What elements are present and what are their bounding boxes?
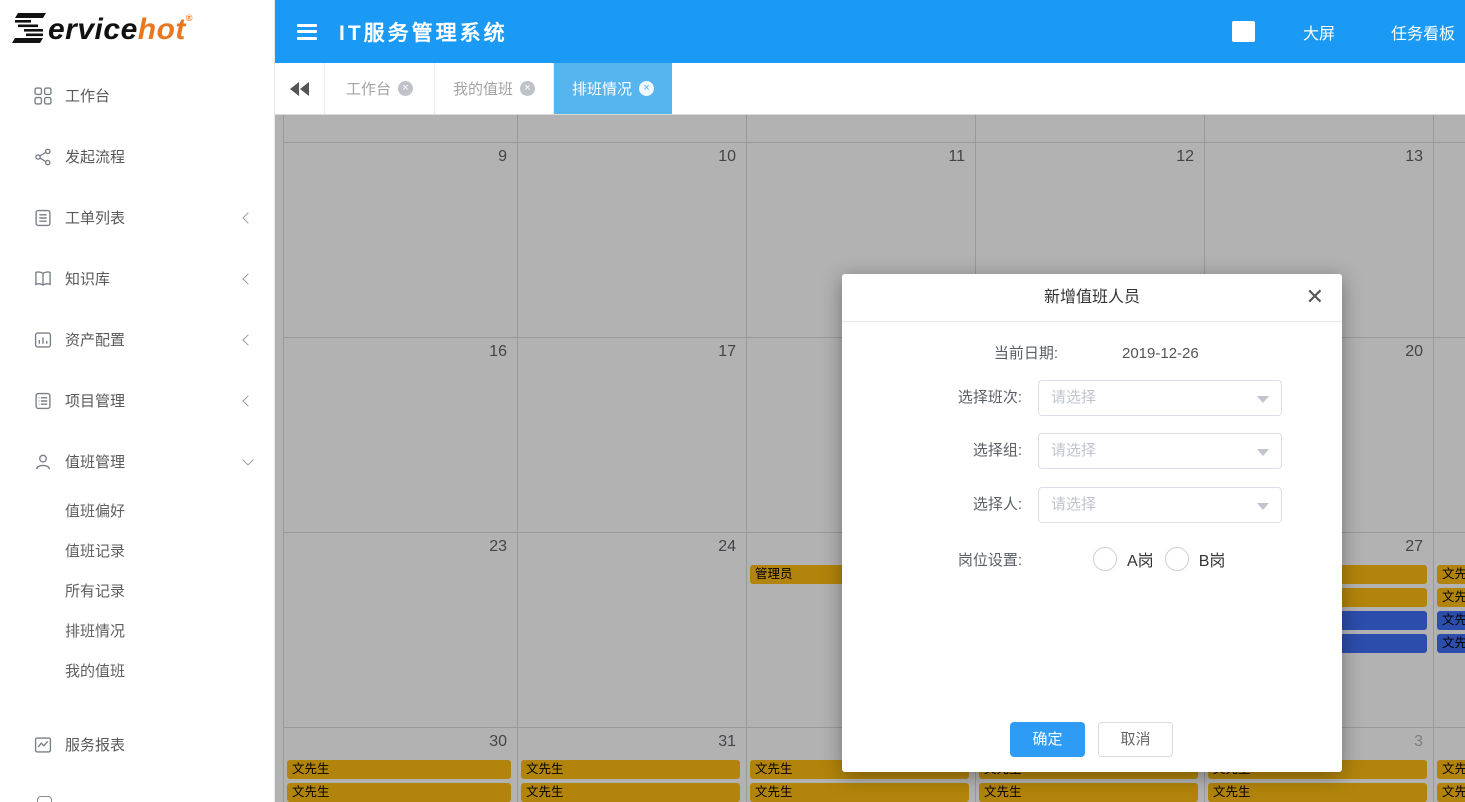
person-label: 选择人: [842,487,1022,523]
tab-close-icon[interactable]: × [639,81,654,96]
sidebar-item-label: 项目管理 [65,390,244,411]
sidebar-item-label: 工作台 [65,85,252,106]
tab-label: 工作台 [346,78,391,99]
sidebar-subitem-我的值班[interactable]: 我的值班 [0,652,274,692]
shift-select[interactable]: 请选择 [1038,380,1282,416]
logo-reg-mark: ® [186,13,193,23]
sidebar-item-项目管理[interactable]: 项目管理 [0,370,274,431]
sidebar-item-发起流程[interactable]: 发起流程 [0,126,274,187]
double-left-arrow-icon [300,82,309,96]
group-label: 选择组: [842,433,1022,469]
group-select[interactable]: 请选择 [1038,433,1282,469]
radio-post-a[interactable] [1093,547,1117,571]
logo-hot-text: hot [138,13,186,46]
sidebar-item-工单列表[interactable]: 工单列表 [0,187,274,248]
sidebar-nav: 工作台发起流程工单列表知识库资产配置项目管理值班管理值班偏好值班记录所有记录排班… [0,63,274,775]
sidebar-subitem-值班偏好[interactable]: 值班偏好 [0,492,274,532]
chevron-left-icon [242,334,253,345]
person-row: 选择人: 请选择 [842,487,1342,523]
logo-text: ervicehot® [12,13,193,51]
person-select-placeholder: 请选择 [1051,488,1096,522]
project-icon [34,392,52,410]
cancel-button[interactable]: 取消 [1098,722,1173,757]
logo-s-icon [12,13,46,51]
shift-row: 选择班次: 请选择 [842,380,1342,416]
tab-label: 我的值班 [453,78,513,99]
post-label: 岗位设置: [842,546,1022,576]
screen-square-icon[interactable] [1232,21,1255,42]
grid-icon [34,87,52,105]
chevron-down-icon [242,454,253,465]
chevron-down-icon [1257,503,1269,510]
sidebar-subitem-值班记录[interactable]: 值班记录 [0,532,274,572]
tab-close-icon[interactable]: × [520,81,535,96]
sidebar-item-label: 值班管理 [65,451,244,472]
radio-post-b-label[interactable]: B岗 [1199,547,1226,571]
group-row: 选择组: 请选择 [842,433,1342,469]
ticket-icon [34,209,52,227]
group-select-placeholder: 请选择 [1051,434,1096,468]
close-icon[interactable]: ✕ [1306,284,1324,310]
sidebar-subitem-排班情况[interactable]: 排班情况 [0,612,274,652]
asset-icon [34,331,52,349]
flow-icon [34,148,52,166]
header-right: 大屏 任务看板 [1232,20,1465,44]
double-left-arrow-icon [290,82,299,96]
shift-select-placeholder: 请选择 [1051,381,1096,415]
tab-label: 排班情况 [572,78,632,99]
chevron-left-icon [242,395,253,406]
user-icon [34,453,52,471]
sidebar-item-值班管理[interactable]: 值班管理 [0,431,274,492]
hamburger-menu-icon[interactable] [297,20,317,43]
person-select[interactable]: 请选择 [1038,487,1282,523]
task-board-link[interactable]: 任务看板 [1391,20,1455,44]
current-date-row: 当前日期: 2019-12-26 [842,336,1342,372]
post-radio-group: A岗 B岗 [1093,544,1236,574]
sidebar-item-资产配置[interactable]: 资产配置 [0,309,274,370]
sidebar-item-服务报表[interactable]: 服务报表 [0,714,274,775]
sidebar-item-label: 发起流程 [65,146,252,167]
dialog-title: 新增值班人员 [842,274,1342,322]
partial-bottom-icon [37,796,52,802]
add-duty-person-dialog: 新增值班人员 ✕ 当前日期: 2019-12-26 选择班次: 请选择 选择组:… [842,274,1342,772]
big-screen-link[interactable]: 大屏 [1303,20,1335,44]
shift-label: 选择班次: [842,380,1022,416]
servicehot-logo: ervicehot® [0,0,274,63]
tab-我的值班[interactable]: 我的值班 × [435,63,554,114]
sidebar-item-label: 工单列表 [65,207,244,228]
sidebar-submenu: 值班偏好值班记录所有记录排班情况我的值班 [0,492,274,692]
sidebar-item-label: 服务报表 [65,734,252,755]
tab-工作台[interactable]: 工作台 × [325,63,435,114]
book-icon [34,270,52,288]
logo-service-text: ervice [48,13,138,46]
sidebar-subitem-所有记录[interactable]: 所有记录 [0,572,274,612]
app-window: ervicehot® 工作台发起流程工单列表知识库资产配置项目管理值班管理值班偏… [0,0,1465,802]
radio-post-a-label[interactable]: A岗 [1127,547,1154,571]
report-icon [34,736,52,754]
app-title: IT服务管理系统 [339,17,508,47]
chevron-left-icon [242,273,253,284]
current-date-value: 2019-12-26 [1122,336,1199,372]
chevron-down-icon [1257,449,1269,456]
tab-bar: 工作台 × 我的值班 × 排班情况 × [275,63,1465,115]
collapse-tabs-button[interactable] [275,63,325,114]
chevron-left-icon [242,212,253,223]
sidebar-item-工作台[interactable]: 工作台 [0,65,274,126]
tab-排班情况[interactable]: 排班情况 × [554,63,672,114]
radio-post-b[interactable] [1165,547,1189,571]
sidebar-item-label: 知识库 [65,268,244,289]
post-row: 岗位设置: [842,546,1342,582]
current-date-label: 当前日期: [842,336,1058,372]
sidebar-item-知识库[interactable]: 知识库 [0,248,274,309]
tabs-container: 工作台 × 我的值班 × 排班情况 × [325,63,672,114]
confirm-button[interactable]: 确定 [1010,722,1085,757]
sidebar-item-label: 资产配置 [65,329,244,350]
tab-close-icon[interactable]: × [398,81,413,96]
top-header: IT服务管理系统 大屏 任务看板 [275,0,1465,63]
chevron-down-icon [1257,396,1269,403]
sidebar: ervicehot® 工作台发起流程工单列表知识库资产配置项目管理值班管理值班偏… [0,0,275,802]
